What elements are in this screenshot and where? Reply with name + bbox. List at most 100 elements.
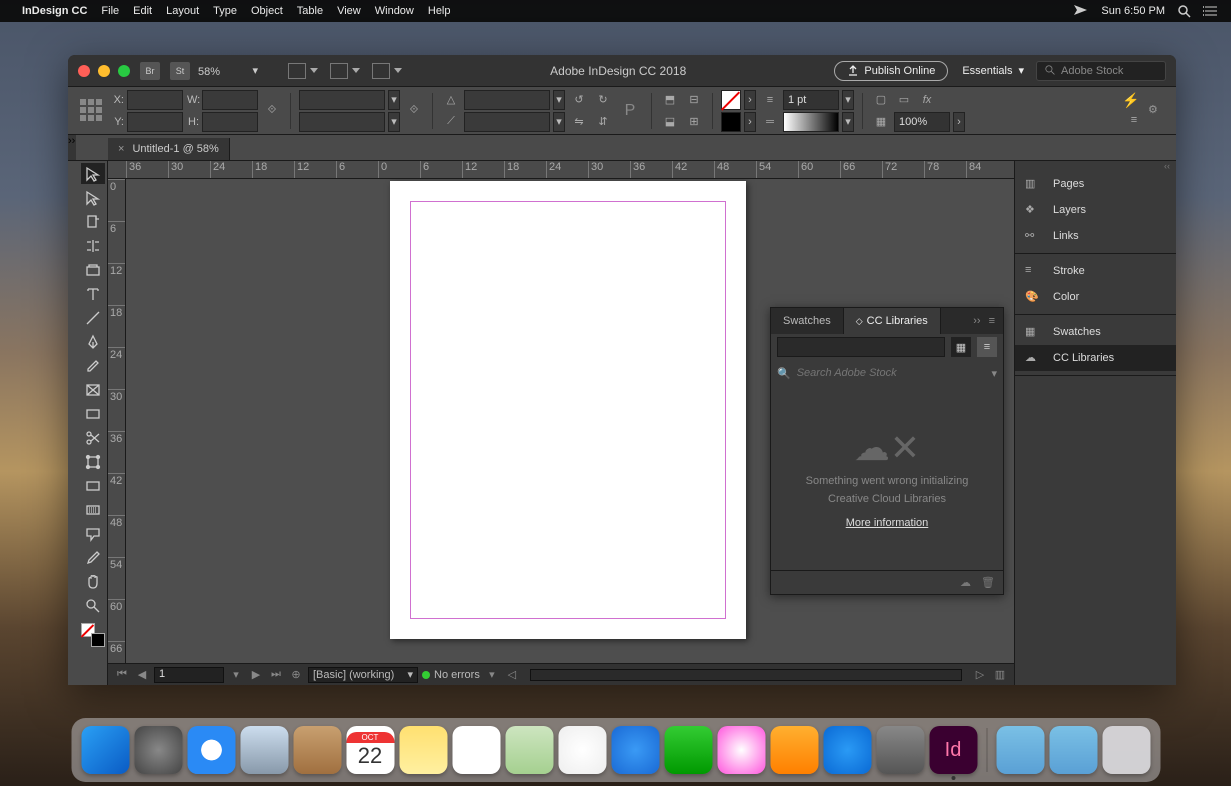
scale-y-field[interactable]: [299, 112, 385, 132]
search-dropdown-icon[interactable]: ▾: [991, 367, 997, 380]
shear-field[interactable]: [464, 112, 550, 132]
window-minimize-button[interactable]: [98, 65, 110, 77]
publish-online-button[interactable]: Publish Online: [834, 61, 948, 81]
dock-finder[interactable]: [81, 726, 129, 774]
panel-tab-cc-libraries[interactable]: ◇CC Libraries: [844, 308, 941, 334]
scroll-left[interactable]: ◁: [504, 667, 520, 683]
menu-help[interactable]: Help: [428, 5, 451, 17]
list-view-button[interactable]: ≡: [977, 337, 997, 357]
panel-swatches[interactable]: ▦Swatches: [1015, 319, 1176, 345]
prev-page-button[interactable]: ◀: [134, 667, 150, 683]
opacity-field[interactable]: 100%: [894, 112, 950, 132]
zoom-dropdown[interactable]: 58% ▾: [198, 64, 258, 78]
menu-view[interactable]: View: [337, 5, 361, 17]
y-field[interactable]: [127, 112, 183, 132]
dock-ibooks[interactable]: [770, 726, 818, 774]
flip-h-icon[interactable]: ⇋: [569, 112, 589, 132]
dock-safari[interactable]: [187, 726, 235, 774]
control-settings-icon[interactable]: ⚙: [1148, 103, 1164, 119]
dock-indesign[interactable]: Id: [929, 726, 977, 774]
open-panel-icon[interactable]: ⊕: [288, 667, 304, 683]
document-page[interactable]: [390, 181, 746, 639]
pen-tool[interactable]: [81, 331, 105, 352]
dock-sysprefs[interactable]: [876, 726, 924, 774]
stroke-style-field[interactable]: [783, 112, 839, 132]
document-canvas[interactable]: Swatches ◇CC Libraries ››≡ ▦ ≡ 🔍: [126, 179, 1014, 663]
split-view-icon[interactable]: ▥: [992, 667, 1008, 683]
dock-notes[interactable]: [399, 726, 447, 774]
fill-swatch[interactable]: [721, 90, 741, 110]
dock-mail[interactable]: [240, 726, 288, 774]
bridge-button[interactable]: Br: [140, 62, 160, 80]
rotate-ccw-icon[interactable]: ↺: [569, 90, 589, 110]
dock-messages[interactable]: [611, 726, 659, 774]
preflight-profile-dropdown[interactable]: [Basic] (working)▾: [308, 667, 418, 683]
panel-layers[interactable]: ❖Layers: [1015, 197, 1176, 223]
grid-view-button[interactable]: ▦: [951, 337, 971, 357]
menu-layout[interactable]: Layout: [166, 5, 199, 17]
dock-photos[interactable]: [558, 726, 606, 774]
gap-tool[interactable]: [81, 235, 105, 256]
document-tab[interactable]: × Untitled-1 @ 58%: [108, 138, 230, 160]
scroll-right[interactable]: ▷: [972, 667, 988, 683]
scale-x-dropdown[interactable]: ▾: [388, 90, 400, 110]
page-dropdown-icon[interactable]: ▾: [228, 667, 244, 683]
type-tool[interactable]: [81, 283, 105, 304]
dock-trash[interactable]: [1102, 726, 1150, 774]
collapse-handle-left[interactable]: ››: [68, 135, 76, 160]
drop-shadow-icon[interactable]: ▢: [871, 90, 891, 110]
menu-object[interactable]: Object: [251, 5, 283, 17]
menu-edit[interactable]: Edit: [133, 5, 152, 17]
panel-cc-libraries[interactable]: ☁CC Libraries: [1015, 345, 1176, 371]
panel-collapse-icon[interactable]: ››: [973, 315, 980, 327]
dock-launchpad[interactable]: [134, 726, 182, 774]
dock-downloads-folder[interactable]: [1049, 726, 1097, 774]
stroke-weight-field[interactable]: 1 pt: [783, 90, 839, 110]
select-content-icon[interactable]: ⬓: [660, 112, 680, 132]
stroke-swatch[interactable]: [721, 112, 741, 132]
panel-tab-swatches[interactable]: Swatches: [771, 308, 844, 334]
page-number-field[interactable]: 1: [154, 667, 224, 683]
scissors-tool[interactable]: [81, 427, 105, 448]
adobe-stock-search[interactable]: Adobe Stock: [1036, 61, 1166, 81]
quick-apply-icon[interactable]: ⚡: [1122, 92, 1138, 108]
control-menu-icon[interactable]: ≡: [1124, 110, 1144, 130]
x-field[interactable]: [127, 90, 183, 110]
panel-stroke[interactable]: ≡Stroke: [1015, 258, 1176, 284]
last-page-button[interactable]: ⏭: [268, 667, 284, 683]
dock-appstore[interactable]: [823, 726, 871, 774]
fx-icon[interactable]: fx: [917, 90, 937, 110]
menu-window[interactable]: Window: [375, 5, 414, 17]
line-tool[interactable]: [81, 307, 105, 328]
selection-tool[interactable]: [81, 163, 105, 184]
constrain-link-icon[interactable]: ⟐: [262, 101, 282, 121]
dock-calendar[interactable]: OCT22: [346, 726, 394, 774]
dock-itunes[interactable]: [717, 726, 765, 774]
spotlight-icon[interactable]: [1177, 4, 1191, 18]
window-zoom-button[interactable]: [118, 65, 130, 77]
preflight-dropdown[interactable]: ▾: [484, 667, 500, 683]
dock-apps-folder[interactable]: [996, 726, 1044, 774]
gradient-feather-tool[interactable]: [81, 499, 105, 520]
horizontal-scrollbar[interactable]: [530, 669, 962, 681]
panel-pages[interactable]: ▥Pages: [1015, 171, 1176, 197]
select-next-icon[interactable]: ⊞: [684, 112, 704, 132]
menu-table[interactable]: Table: [297, 5, 323, 17]
menubar-clock[interactable]: Sun 6:50 PM: [1101, 5, 1165, 17]
notification-center-icon[interactable]: [1073, 4, 1089, 18]
arrange-icon[interactable]: [330, 63, 348, 79]
panel-color[interactable]: 🎨Color: [1015, 284, 1176, 310]
fill-stroke-widget[interactable]: [81, 623, 105, 647]
dock-facetime[interactable]: [664, 726, 712, 774]
rotate-cw-icon[interactable]: ↻: [593, 90, 613, 110]
menu-type[interactable]: Type: [213, 5, 237, 17]
library-select-dropdown[interactable]: [777, 337, 945, 357]
close-tab-icon[interactable]: ×: [118, 143, 124, 155]
rotate-field[interactable]: [464, 90, 550, 110]
reference-point-widget[interactable]: [80, 99, 104, 123]
panel-links[interactable]: ⚯Links: [1015, 223, 1176, 249]
scale-x-field[interactable]: [299, 90, 385, 110]
stock-search-input[interactable]: [797, 367, 986, 379]
direct-selection-tool[interactable]: [81, 187, 105, 208]
select-prev-icon[interactable]: ⊟: [684, 90, 704, 110]
